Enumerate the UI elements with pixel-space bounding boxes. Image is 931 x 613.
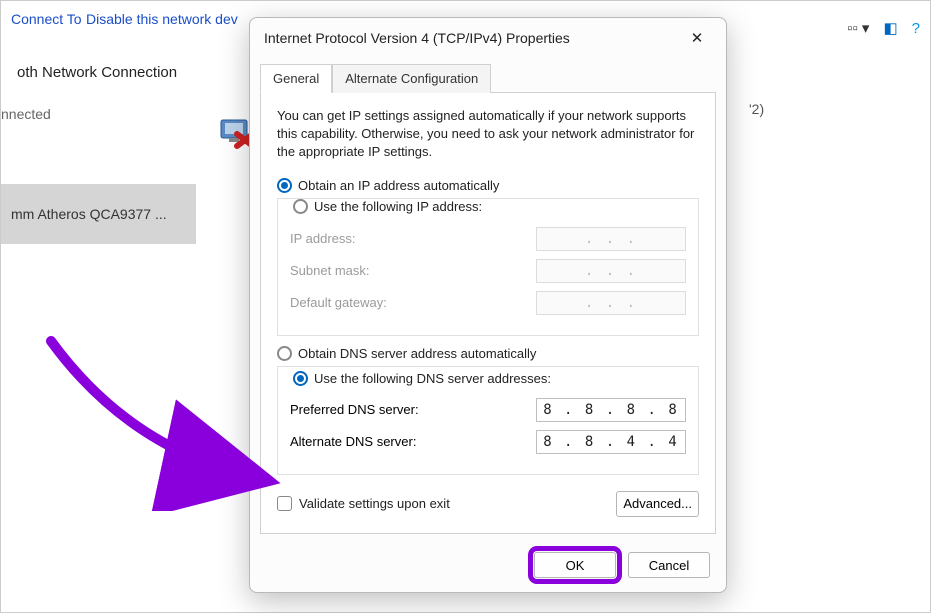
item-count-text: '2) bbox=[749, 101, 764, 117]
ip-address-input: . . . bbox=[536, 227, 686, 251]
tab-panel-general: You can get IP settings assigned automat… bbox=[260, 92, 716, 534]
default-gateway-input: . . . bbox=[536, 291, 686, 315]
subnet-mask-input: . . . bbox=[536, 259, 686, 283]
default-gateway-label: Default gateway: bbox=[290, 295, 387, 310]
validate-settings-checkbox[interactable] bbox=[277, 496, 292, 511]
radio-ip-auto[interactable] bbox=[277, 178, 292, 193]
adapter-list-item[interactable]: mm Atheros QCA9377 ... bbox=[1, 184, 196, 244]
subnet-mask-label: Subnet mask: bbox=[290, 263, 370, 278]
preview-pane-icon[interactable]: ◧ bbox=[883, 19, 897, 37]
radio-dns-manual-label: Use the following DNS server addresses: bbox=[314, 371, 551, 386]
radio-ip-auto-label: Obtain an IP address automatically bbox=[298, 178, 499, 193]
alternate-dns-label: Alternate DNS server: bbox=[290, 434, 416, 449]
validate-settings-label: Validate settings upon exit bbox=[299, 496, 450, 511]
disable-device-link[interactable]: Disable this network dev bbox=[86, 11, 238, 27]
tab-row: General Alternate Configuration bbox=[260, 64, 716, 93]
preferred-dns-label: Preferred DNS server: bbox=[290, 402, 419, 417]
advanced-button[interactable]: Advanced... bbox=[616, 491, 699, 517]
cancel-button[interactable]: Cancel bbox=[628, 552, 710, 578]
ipv4-properties-dialog: Internet Protocol Version 4 (TCP/IPv4) P… bbox=[249, 17, 727, 593]
radio-dns-auto[interactable] bbox=[277, 346, 292, 361]
dialog-title: Internet Protocol Version 4 (TCP/IPv4) P… bbox=[264, 30, 570, 46]
connection-status: nnected bbox=[1, 106, 51, 122]
alternate-dns-input[interactable]: 8 . 8 . 4 . 4 bbox=[536, 430, 686, 454]
help-icon[interactable]: ? bbox=[912, 20, 920, 37]
view-options-icon[interactable]: ▫▫ ▾ bbox=[847, 19, 869, 37]
ok-button[interactable]: OK bbox=[534, 552, 616, 578]
radio-dns-manual[interactable] bbox=[293, 371, 308, 386]
radio-dns-auto-label: Obtain DNS server address automatically bbox=[298, 346, 536, 361]
connect-to-link[interactable]: Connect To bbox=[11, 11, 82, 27]
tab-alternate[interactable]: Alternate Configuration bbox=[332, 64, 491, 93]
radio-ip-manual[interactable] bbox=[293, 199, 308, 214]
preferred-dns-input[interactable]: 8 . 8 . 8 . 8 bbox=[536, 398, 686, 422]
description-text: You can get IP settings assigned automat… bbox=[277, 107, 699, 162]
ip-address-label: IP address: bbox=[290, 231, 356, 246]
tab-general[interactable]: General bbox=[260, 64, 332, 93]
close-icon[interactable]: ✕ bbox=[682, 23, 712, 53]
radio-ip-manual-label: Use the following IP address: bbox=[314, 199, 482, 214]
dialog-titlebar: Internet Protocol Version 4 (TCP/IPv4) P… bbox=[250, 18, 726, 58]
